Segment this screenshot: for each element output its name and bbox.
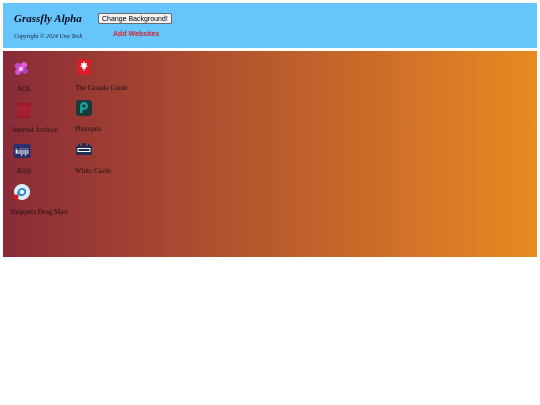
kijiji-icon: kijiji	[13, 144, 31, 158]
tile-the-canada-guide[interactable]: The Canada Guide	[75, 58, 139, 92]
white-castle-icon	[76, 143, 92, 155]
tile-label: Shoppers Drug Mart	[10, 208, 68, 216]
canada-guide-icon	[77, 59, 91, 75]
internet-archive-icon	[17, 103, 31, 118]
tile-label: Internet Archive	[12, 126, 58, 134]
tile-kijiji[interactable]: kijiji Kijiji	[13, 142, 77, 175]
tile-aol[interactable]: AOL	[12, 60, 76, 93]
change-background-button[interactable]: Change Background!	[98, 13, 172, 24]
tile-label: The Canada Guide	[75, 84, 128, 92]
svg-text:kijiji: kijiji	[15, 149, 29, 156]
header-bar: Grassfly Alpha Copyright © 2024 Uno Tech…	[3, 3, 537, 48]
tile-label: Photopea	[75, 125, 102, 133]
tile-white-castle[interactable]: White Castle	[75, 140, 139, 175]
tile-label: Kijiji	[17, 167, 32, 175]
tile-internet-archive[interactable]: Internet Archive	[12, 101, 79, 134]
copyright-text: Copyright © 2024 Uno Tech	[14, 34, 83, 40]
aol-flower-icon	[14, 62, 28, 75]
add-websites-link[interactable]: Add Websites	[113, 31, 159, 38]
app-title: Grassfly Alpha	[14, 13, 82, 25]
tile-label: White Castle	[75, 167, 112, 175]
website-grid: AOL The Canada Guide Internet Archive Ph…	[3, 51, 537, 257]
tile-shoppers-drug-mart[interactable]: Shoppers Drug Mart	[10, 183, 77, 216]
photopea-icon	[76, 100, 92, 116]
tile-photopea[interactable]: Photopea	[75, 99, 139, 133]
tile-label: AOL	[17, 85, 32, 93]
shoppers-drug-mart-icon	[13, 184, 30, 200]
